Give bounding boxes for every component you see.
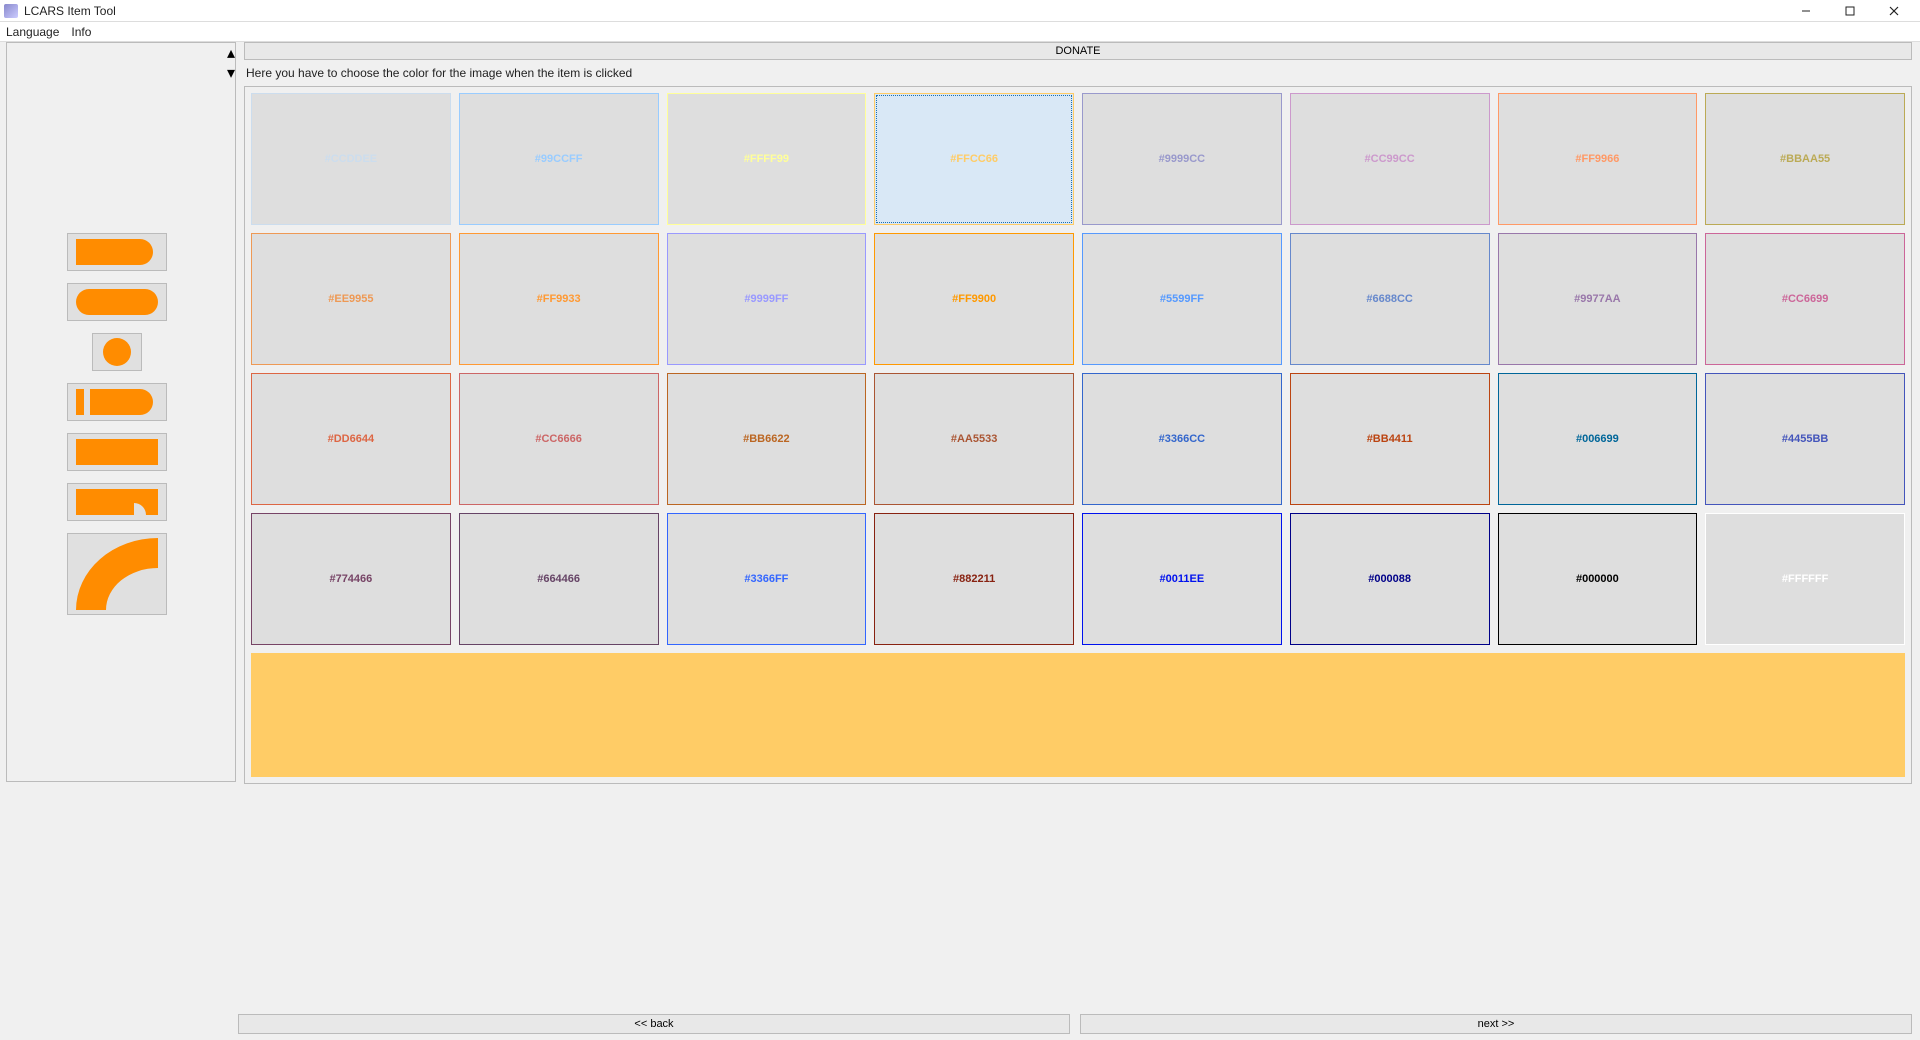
colors-frame: #CCDDEE#99CCFF#FFFF99#FFCC66#9999CC#CC99… [244,86,1912,784]
preview-strip [251,653,1905,777]
color-swatch[interactable]: #FFFF99 [667,93,867,225]
shape-half-pill[interactable] [67,233,167,271]
color-swatch[interactable]: #664466 [459,513,659,645]
close-button[interactable] [1872,0,1916,22]
app-icon [4,4,18,18]
color-swatch[interactable]: #000088 [1290,513,1490,645]
color-swatch[interactable]: #CC6699 [1705,233,1905,365]
titlebar: LCARS Item Tool [0,0,1920,22]
menubar: Language Info [0,22,1920,42]
maximize-button[interactable] [1828,0,1872,22]
color-swatch[interactable]: #BBAA55 [1705,93,1905,225]
color-swatch[interactable]: #3366CC [1082,373,1282,505]
color-swatch[interactable]: #006699 [1498,373,1698,505]
color-swatch[interactable]: #DD6644 [251,373,451,505]
color-swatch[interactable]: #FFCC66 [874,93,1074,225]
window-title: LCARS Item Tool [24,4,116,18]
color-swatch[interactable]: #EE9955 [251,233,451,365]
color-swatch[interactable]: #FF9933 [459,233,659,365]
scroll-down-icon[interactable]: ▾ [227,63,235,83]
color-swatch[interactable]: #BB4411 [1290,373,1490,505]
color-swatch[interactable]: #3366FF [667,513,867,645]
minimize-button[interactable] [1784,0,1828,22]
next-button[interactable]: next >> [1080,1014,1912,1034]
color-swatch[interactable]: #9999CC [1082,93,1282,225]
color-swatch[interactable]: #FF9966 [1498,93,1698,225]
color-swatch[interactable]: #FF9900 [874,233,1074,365]
color-swatch[interactable]: #0011EE [1082,513,1282,645]
color-swatch[interactable]: #774466 [251,513,451,645]
color-swatch[interactable]: #000000 [1498,513,1698,645]
menu-language[interactable]: Language [6,25,59,39]
color-swatch[interactable]: #882211 [874,513,1074,645]
footer-nav: << back next >> [238,1014,1912,1034]
color-swatch[interactable]: #CC99CC [1290,93,1490,225]
sidebar: ▴ ▾ [6,42,236,782]
back-button[interactable]: << back [238,1014,1070,1034]
color-swatch[interactable]: #AA5533 [874,373,1074,505]
color-swatch[interactable]: #BB6622 [667,373,867,505]
color-swatch[interactable]: #9977AA [1498,233,1698,365]
shape-full-pill[interactable] [67,283,167,321]
color-swatch[interactable]: #5599FF [1082,233,1282,365]
color-swatch[interactable]: #FFFFFF [1705,513,1905,645]
sidebar-scrollbar[interactable]: ▴ ▾ [227,43,235,781]
color-swatch[interactable]: #99CCFF [459,93,659,225]
menu-info[interactable]: Info [71,25,91,39]
shape-rect[interactable] [67,433,167,471]
color-swatch[interactable]: #CC6666 [459,373,659,505]
donate-button[interactable]: DONATE [244,42,1912,60]
color-swatch[interactable]: #6688CC [1290,233,1490,365]
shape-rect-notch[interactable] [67,483,167,521]
shape-circle[interactable] [92,333,142,371]
main-panel: DONATE Here you have to choose the color… [236,42,1920,1040]
shape-tab-pill[interactable] [67,383,167,421]
instruction-text: Here you have to choose the color for th… [244,66,1912,80]
color-swatch[interactable]: #9999FF [667,233,867,365]
shape-elbow[interactable] [67,533,167,615]
color-swatch[interactable]: #CCDDEE [251,93,451,225]
scroll-up-icon[interactable]: ▴ [227,43,235,63]
color-grid: #CCDDEE#99CCFF#FFFF99#FFCC66#9999CC#CC99… [251,93,1905,645]
color-swatch[interactable]: #4455BB [1705,373,1905,505]
